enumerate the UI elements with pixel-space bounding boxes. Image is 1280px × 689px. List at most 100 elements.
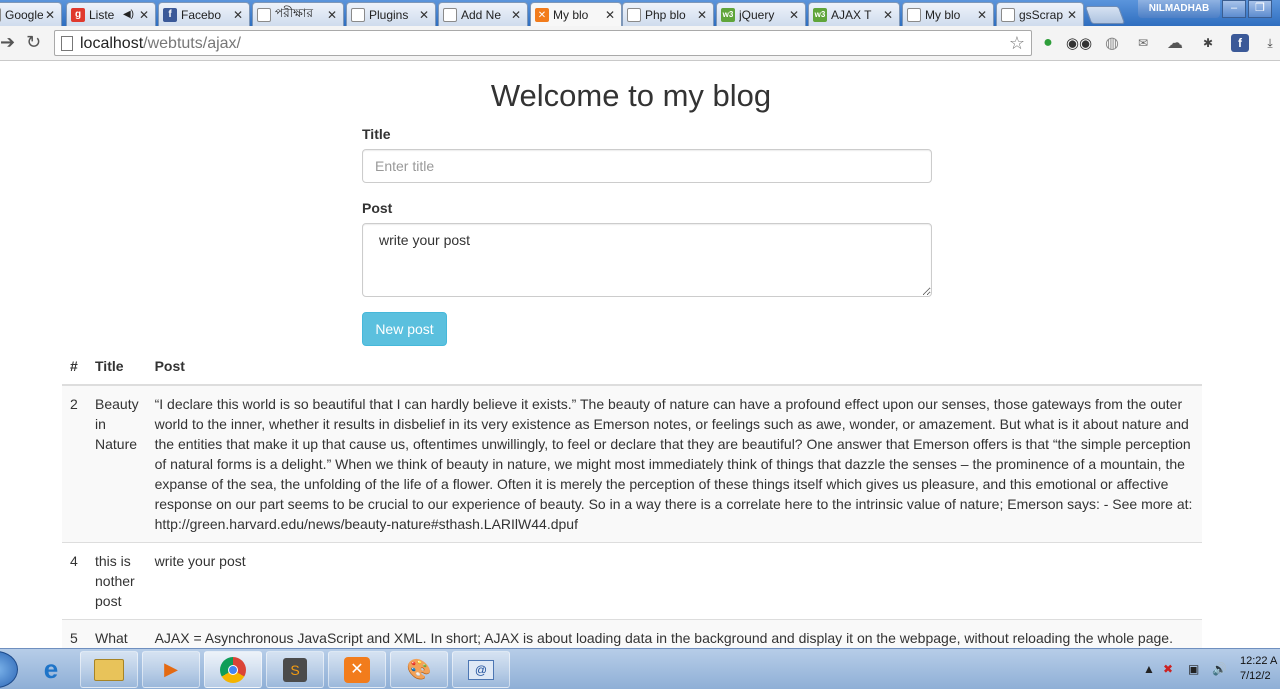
maximize-button[interactable]: ❐ (1248, 0, 1272, 18)
sublime-text-icon[interactable]: S (266, 651, 324, 688)
browser-tab[interactable]: Plugins ✕ (346, 2, 436, 26)
tray-expand-icon[interactable]: ▲ (1143, 662, 1155, 676)
close-tab-icon[interactable]: ✕ (231, 8, 245, 22)
reload-icon[interactable]: ↻ (26, 32, 41, 53)
post-title: What (87, 619, 147, 648)
display-icon[interactable]: ▣ (1188, 662, 1199, 676)
post-body: write your post (146, 542, 1202, 620)
tab-label: My blo (925, 7, 961, 22)
network-error-icon[interactable]: ✖ (1163, 662, 1173, 676)
browser-tab[interactable]: w3 AJAX T ✕ (808, 2, 900, 26)
page-title: Welcome to my blog (490, 78, 772, 113)
download-icon[interactable]: ⤓ (1261, 34, 1279, 52)
browser-tab[interactable]: Google ✕ (0, 2, 62, 26)
forward-icon[interactable]: ➔ (0, 32, 15, 53)
page-viewport: Welcome to my blog Title Post write your… (0, 62, 1280, 648)
title-input[interactable] (362, 149, 932, 183)
eyes-icon[interactable]: ◉◉ (1066, 34, 1092, 52)
browser-toolbar: ➔ ↻ localhost/webtuts/ajax/ ☆ ● ◉◉ ◍ ✉ ☁… (0, 26, 1280, 61)
column-header-post: Post (146, 348, 1202, 386)
address-bar[interactable]: localhost/webtuts/ajax/ ☆ (54, 30, 1032, 56)
browser-tab[interactable]: f Facebo ✕ (158, 2, 250, 26)
close-tab-icon[interactable]: ✕ (695, 8, 709, 22)
post-title: this is nother post (87, 542, 147, 620)
paint-icon[interactable]: 🎨 (390, 651, 448, 688)
browser-tab[interactable]: My blo ✕ (902, 2, 994, 26)
table-row: 2 Beauty in Nature “I declare this world… (62, 384, 1202, 543)
page-icon (443, 7, 457, 22)
browser-tab[interactable]: ✕ My blo ✕ (530, 2, 622, 27)
clock-time: 12:22 A (1240, 655, 1278, 667)
tab-label: Plugins (369, 7, 409, 22)
file-explorer-icon[interactable] (80, 651, 138, 688)
xampp-icon: ✕ (535, 8, 549, 22)
w3-icon: w3 (721, 7, 735, 22)
browser-tab[interactable]: g Liste ◀) ✕ (66, 2, 156, 26)
post-id: 2 (62, 384, 87, 543)
volume-icon[interactable]: 🔊 (1212, 662, 1227, 676)
tab-label: gsScrap (1019, 7, 1064, 22)
browser-tab[interactable]: Add Ne ✕ (438, 2, 528, 26)
internet-explorer-icon[interactable]: e (22, 651, 80, 688)
email-client-icon[interactable]: @ (452, 651, 510, 688)
post-body: AJAX = Asynchronous JavaScript and XML. … (146, 619, 1202, 648)
xampp-icon[interactable]: ✕ (328, 651, 386, 688)
tab-label: Google (5, 7, 43, 22)
post-id: 4 (62, 542, 87, 620)
facebook-icon: f (163, 7, 177, 22)
post-textarea[interactable]: write your post (362, 223, 932, 297)
page-icon (257, 7, 271, 22)
posts-table: # Title Post 2 Beauty in Nature “I decla… (62, 348, 1202, 648)
system-clock[interactable]: 12:22 A 7/12/2 (1240, 654, 1277, 684)
browser-tab[interactable]: Php blo ✕ (622, 2, 714, 26)
table-header-row: # Title Post (62, 348, 1202, 386)
audio-playing-icon[interactable]: ◀) (123, 9, 134, 20)
close-tab-icon[interactable]: ✕ (787, 8, 801, 22)
globe-icon[interactable]: ◍ (1103, 34, 1121, 52)
google-icon (0, 7, 1, 22)
new-post-button[interactable]: New post (362, 312, 447, 346)
browser-tab[interactable]: w3 jQuery ✕ (716, 2, 806, 26)
browser-tab[interactable]: gsScrap ✕ (996, 2, 1084, 26)
tab-label: jQuery (739, 7, 775, 22)
page-icon (351, 7, 365, 22)
title-label: Title (362, 126, 391, 142)
post-id: 5 (62, 619, 87, 648)
w3-icon: w3 (813, 7, 827, 22)
close-tab-icon[interactable]: ✕ (975, 8, 989, 22)
page-icon (907, 7, 921, 22)
tab-label: Add Ne (461, 7, 502, 22)
url-text: localhost/webtuts/ajax/ (80, 35, 241, 53)
close-tab-icon[interactable]: ✕ (603, 8, 617, 22)
close-tab-icon[interactable]: ✕ (881, 8, 895, 22)
start-button[interactable] (0, 651, 18, 688)
browser-tab[interactable]: পরীক্ষার ✕ (252, 2, 344, 26)
tab-label: My blo (553, 8, 589, 22)
close-tab-icon[interactable]: ✕ (417, 8, 431, 22)
media-player-icon[interactable]: ▶ (142, 651, 200, 688)
close-tab-icon[interactable]: ✕ (509, 8, 523, 22)
tab-label: Facebo (181, 7, 222, 22)
page-icon (627, 7, 641, 22)
bug-icon[interactable]: ✱ (1199, 34, 1217, 52)
evernote-icon[interactable]: ● (1039, 34, 1057, 52)
tab-label: Php blo (645, 7, 686, 22)
minimize-button[interactable]: – (1222, 0, 1246, 18)
tab-label: AJAX T (831, 7, 872, 22)
bookmark-star-icon[interactable]: ☆ (1009, 33, 1025, 54)
close-tab-icon[interactable]: ✕ (1065, 8, 1079, 22)
close-tab-icon[interactable]: ✕ (43, 8, 57, 22)
mail-icon[interactable]: ✉ (1134, 34, 1152, 52)
close-tab-icon[interactable]: ✕ (137, 8, 151, 22)
url-host: localhost (80, 35, 144, 52)
browser-tab-strip: Google ✕ g Liste ◀) ✕ f Facebo ✕ পরীক্ষার ✕ Plugins… (0, 0, 1280, 27)
page-icon (61, 36, 73, 51)
close-tab-icon[interactable]: ✕ (325, 8, 339, 22)
new-tab-button[interactable] (1084, 6, 1126, 24)
url-path: /webtuts/ajax/ (143, 35, 241, 52)
profile-button[interactable]: NILMADHAB (1138, 0, 1220, 18)
column-header-title: Title (87, 348, 147, 386)
chrome-icon[interactable] (204, 651, 262, 688)
cloud-icon[interactable]: ☁ (1166, 34, 1184, 52)
facebook-ext-icon[interactable]: f (1231, 34, 1249, 52)
